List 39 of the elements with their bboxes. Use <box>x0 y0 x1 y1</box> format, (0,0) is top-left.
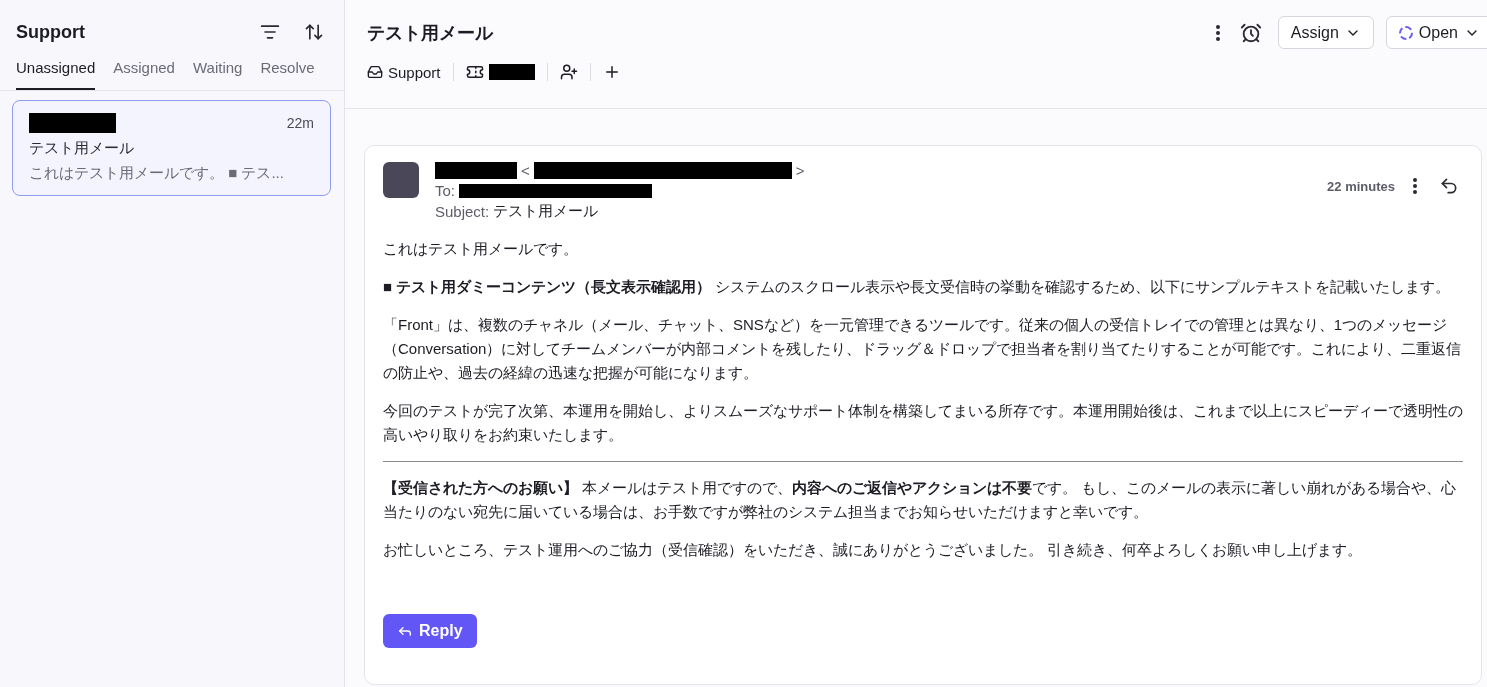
message-time: 22 minutes <box>1327 178 1395 194</box>
sort-icon <box>304 22 324 42</box>
conversation-subject: テスト用メール <box>29 139 135 158</box>
tab[interactable]: Unassigned <box>16 57 96 90</box>
inbox-icon <box>367 64 383 80</box>
add-person-icon <box>559 63 578 81</box>
bracket: > <box>795 162 805 179</box>
more-icon <box>1413 178 1417 194</box>
avatar <box>383 162 419 198</box>
reply-icon <box>1439 176 1459 196</box>
reply-button[interactable]: Reply <box>383 614 477 648</box>
alarm-clock-icon <box>1239 21 1262 44</box>
conversation-time: 22m <box>286 115 314 131</box>
sidebar-title: Support <box>16 21 86 43</box>
subject-label: Subject: <box>435 203 490 220</box>
tab[interactable]: Assigned <box>113 57 175 90</box>
paragraph: 【受信された方へのお願い】 本メールはテスト用ですので、内容へのご返信やアクションは不要です。 もし、このメールの表示に著しい崩れがある場合や、心当たりのない宛先に届いている場合は、お手数ですが弊社のシステム担当までお知らせいただけますと幸いです。 <box>383 478 1458 522</box>
paragraph: 今回のテストが完了次第、本運用を開始し、よりスムーズなサポート体制を構築してまいる所存です。本運用開始後は、これまで以上にスピーディーで透明性の高いやり取りをお約束いたします。 <box>383 401 1463 445</box>
status-button[interactable]: Open <box>1385 16 1487 49</box>
assign-button[interactable]: Assign <box>1277 16 1374 49</box>
tag[interactable] <box>465 63 535 81</box>
to-label: To: <box>435 182 455 199</box>
paragraph: これはテスト用メールです。 <box>383 239 579 259</box>
tab[interactable]: Resolve <box>260 57 315 90</box>
paragraph: ■ テスト用ダミーコンテンツ（長文表示確認用） システムのスクロール表示や長文受信時の挙動を確認するため、以下にサンプルテキストを記載いたします。 <box>383 277 1452 297</box>
conversation-title: テスト用メール <box>367 21 495 45</box>
conversation-preview: これはテスト用メールです。 ■ テス... <box>29 164 285 183</box>
ticket-icon <box>465 63 484 81</box>
dashed-circle-icon <box>1398 25 1413 40</box>
filter-icon <box>260 22 280 42</box>
tab[interactable]: Waiting <box>192 57 243 90</box>
paragraph: お忙しいところ、テスト運用へのご協力（受信確認）をいただき、誠にありがとうございました。 引き続き、何卒よろしくお願い申し上げます。 <box>383 540 1364 560</box>
bracket: < <box>521 162 530 179</box>
conversation-item[interactable]: 22m テスト用メール これはテスト用メールです。 ■ テス... <box>12 100 331 196</box>
add-teammate-button[interactable] <box>559 63 578 81</box>
tag[interactable]: Support <box>367 63 441 81</box>
more-icon <box>1215 24 1220 41</box>
paragraph: 「Front」は、複数のチャネル（メール、チャット、SNSなど）を一元管理できるツールです。従来の個人の受信トレイでの管理とは異なり、1つのメッセージ（Conversation）に対してチームメンバーが内部コメントを残したり、ドラッグ＆ドロップで担当者を割り当てたりすることが可能です。これにより、二重返信の防止や、過去の経緯の迅速な把握が可能になります。 <box>383 315 1463 383</box>
subject-text: テスト用メール <box>493 202 599 221</box>
